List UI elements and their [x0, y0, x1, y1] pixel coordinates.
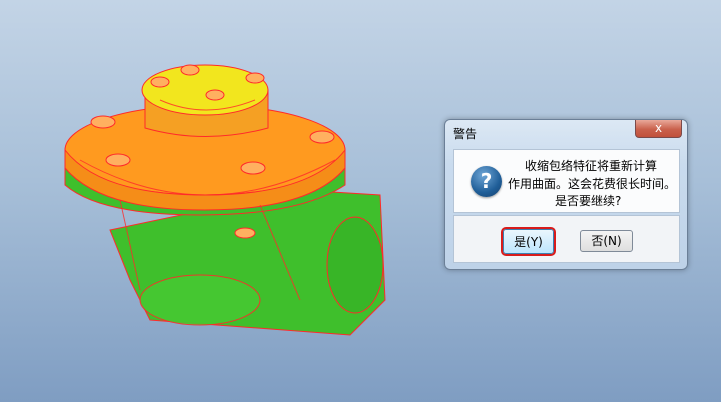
button-panel: 是(Y) 否(N) — [453, 215, 680, 263]
dialog-title: 警告 — [453, 127, 478, 141]
yes-button[interactable]: 是(Y) — [501, 227, 556, 256]
message-panel: ? 收缩包络特征将重新计算 作用曲面。这会花费很长时间。 是否要继续? — [453, 149, 680, 213]
message-line-2: 作用曲面。这会花费很长时间。 — [508, 177, 677, 191]
message-line-3: 是否要继续? — [555, 194, 622, 208]
message-line-1: 收缩包络特征将重新计算 — [525, 159, 658, 173]
no-button[interactable]: 否(N) — [580, 230, 633, 252]
warning-dialog: 警告 x ? 收缩包络特征将重新计算 作用曲面。这会花费很长时间。 是否要继续?… — [444, 119, 688, 270]
valve-model — [64, 64, 386, 336]
question-icon: ? — [471, 166, 502, 197]
close-button[interactable]: x — [635, 120, 682, 138]
